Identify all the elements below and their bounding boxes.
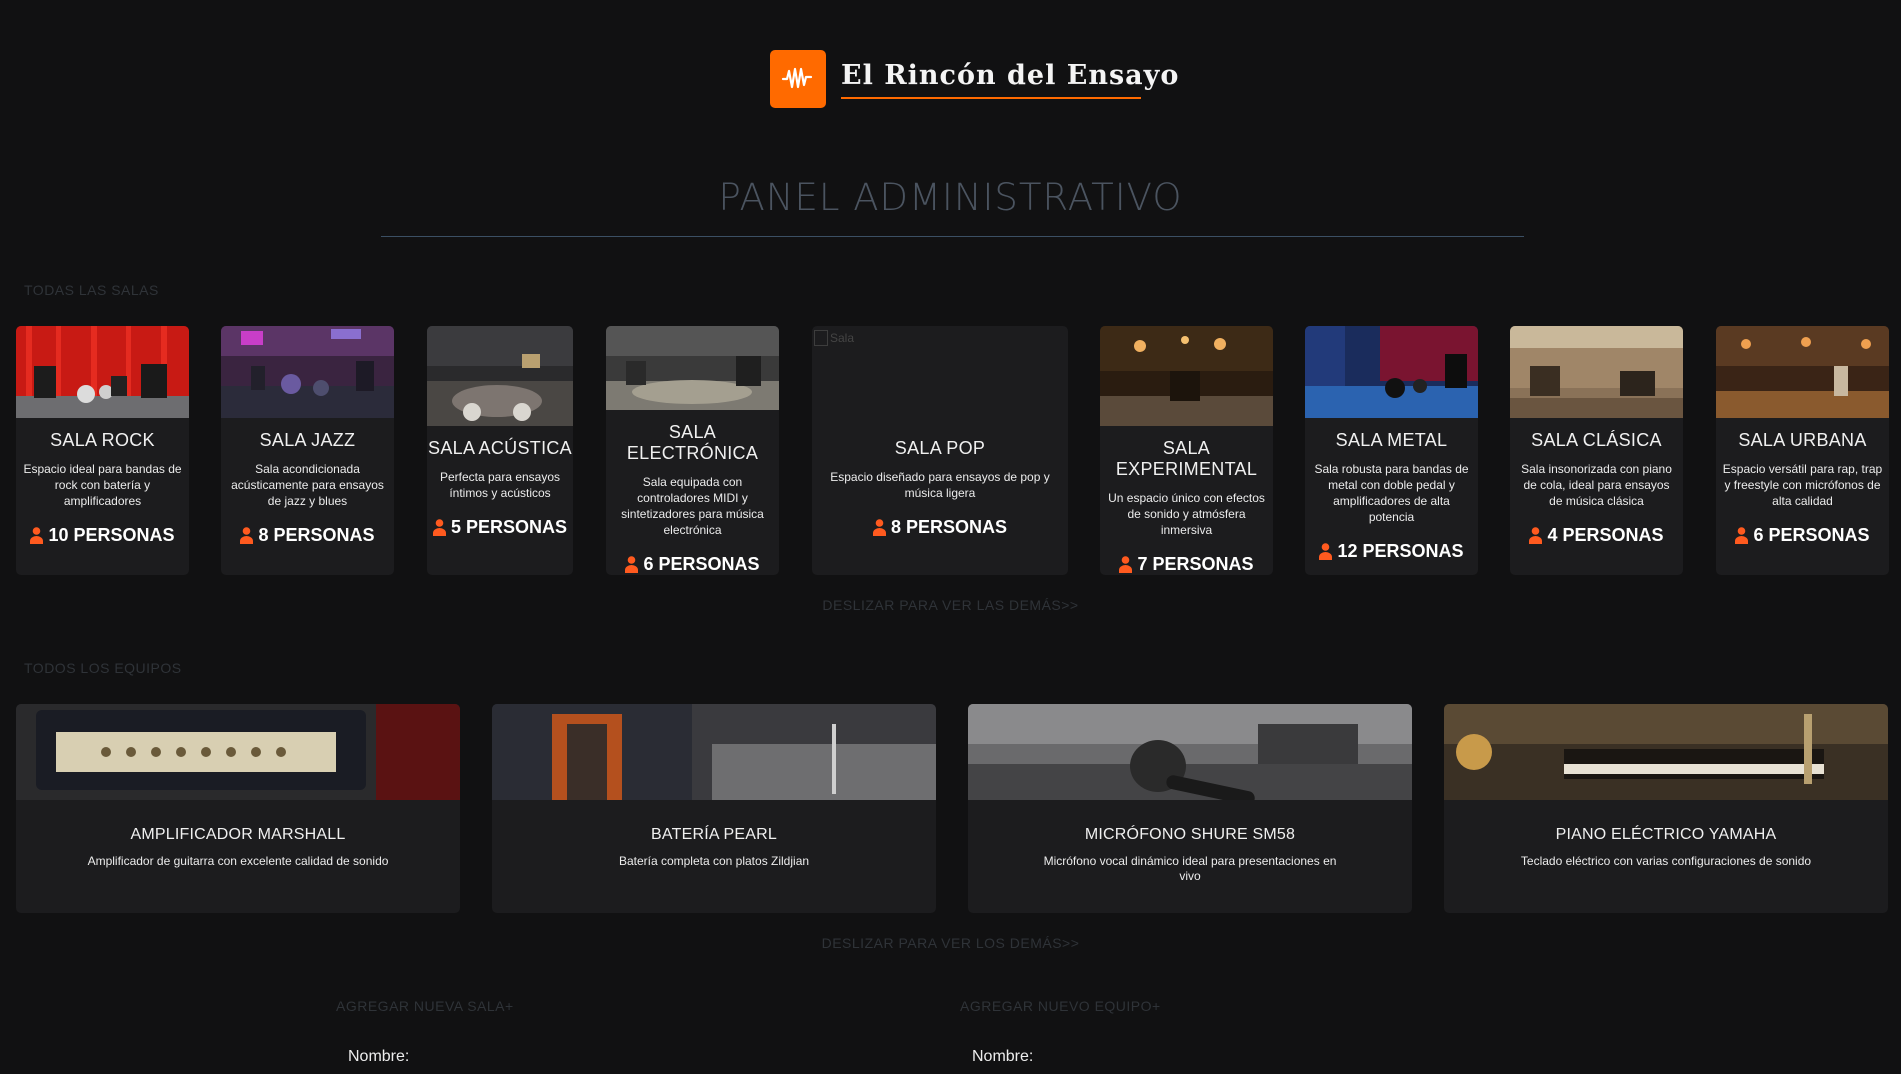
person-icon xyxy=(1319,543,1333,560)
equipment-name: AMPLIFICADOR MARSHALL xyxy=(130,826,346,843)
room-name: SALA ELECTRÓNICA xyxy=(626,422,759,463)
title-divider xyxy=(381,236,1524,237)
equipment-image xyxy=(968,704,1412,800)
room-card[interactable]: Sala SALA POP Espacio diseñado para ensa… xyxy=(812,326,1068,575)
room-description: Sala equipada con controladores MIDI y s… xyxy=(621,475,764,537)
image-alt-text: Sala xyxy=(830,331,855,345)
room-card[interactable]: SALA ELECTRÓNICA Sala equipada con contr… xyxy=(606,326,779,575)
equipment-description: Amplificador de guitarra con excelente c… xyxy=(87,854,389,868)
room-name: SALA JAZZ xyxy=(259,430,356,450)
new-room-name-label: Nombre: xyxy=(348,1048,410,1065)
room-capacity: 8 PERSONAS xyxy=(240,525,375,546)
room-image xyxy=(1716,326,1889,418)
room-name: SALA METAL xyxy=(1335,430,1448,450)
room-image xyxy=(16,326,189,418)
equipment-description: Teclado eléctrico con varias configuraci… xyxy=(1520,854,1812,868)
person-icon xyxy=(1119,556,1133,573)
room-capacity: 12 PERSONAS xyxy=(1319,541,1464,562)
room-description: Perfecta para ensayos íntimos y acústico… xyxy=(439,470,561,500)
room-card[interactable]: SALA CLÁSICA Sala insonorizada con piano… xyxy=(1510,326,1683,575)
person-icon xyxy=(1735,527,1749,544)
person-icon xyxy=(872,519,886,536)
room-card[interactable]: SALA URBANA Espacio versátil para rap, t… xyxy=(1716,326,1889,575)
person-icon xyxy=(30,527,44,544)
room-image xyxy=(427,326,573,426)
capacity-label: 6 PERSONAS xyxy=(1753,525,1870,545)
room-capacity: 6 PERSONAS xyxy=(1735,525,1870,546)
equipment-image xyxy=(492,704,936,800)
equipment-section-label: TODOS LOS EQUIPOS xyxy=(24,660,182,676)
room-capacity: 8 PERSONAS xyxy=(872,517,1008,538)
room-image xyxy=(1305,326,1478,418)
room-description: Sala acondicionada acústicamente para en… xyxy=(231,462,384,508)
capacity-label: 10 PERSONAS xyxy=(48,525,175,545)
room-description: Espacio ideal para bandas de rock con ba… xyxy=(23,462,182,508)
person-icon xyxy=(240,527,254,544)
equipment-card[interactable]: BATERÍA PEARL Batería completa con plato… xyxy=(492,704,936,913)
room-name: SALA ACÚSTICA xyxy=(428,438,572,458)
room-card[interactable]: SALA EXPERIMENTAL Un espacio único con e… xyxy=(1100,326,1273,575)
new-equipment-name-label: Nombre: xyxy=(972,1048,1034,1065)
room-description: Espacio diseñado para ensayos de pop y m… xyxy=(830,470,1050,500)
person-icon xyxy=(1529,527,1543,544)
equipment-card[interactable]: PIANO ELÉCTRICO YAMAHA Teclado eléctrico… xyxy=(1444,704,1888,913)
capacity-label: 8 PERSONAS xyxy=(890,517,1008,537)
room-name: SALA CLÁSICA xyxy=(1531,430,1662,450)
room-name: SALA URBANA xyxy=(1738,430,1867,450)
brand-logo[interactable]: El Rincón del Ensayo xyxy=(770,50,1179,108)
room-image xyxy=(221,326,394,418)
equipment-card[interactable]: MICRÓFONO SHURE SM58 Micrófono vocal din… xyxy=(968,704,1412,913)
person-icon xyxy=(625,556,639,573)
room-capacity: 4 PERSONAS xyxy=(1529,525,1664,546)
equipment-image xyxy=(16,704,460,800)
equipment-description: Micrófono vocal dinámico ideal para pres… xyxy=(1043,854,1337,883)
equipment-card[interactable]: AMPLIFICADOR MARSHALL Amplificador de gu… xyxy=(16,704,460,913)
broken-image-icon: Sala xyxy=(814,330,854,346)
equipment-name: BATERÍA PEARL xyxy=(651,826,777,843)
room-image xyxy=(1100,326,1273,426)
room-card[interactable]: SALA ACÚSTICA Perfecta para ensayos ínti… xyxy=(427,326,573,575)
room-card[interactable]: SALA METAL Sala robusta para bandas de m… xyxy=(1305,326,1478,575)
room-image xyxy=(606,326,779,410)
admin-page: El Rincón del Ensayo PANEL ADMINISTRATIV… xyxy=(0,0,1901,1074)
equipment-description: Batería completa con platos Zildjian xyxy=(618,854,810,868)
room-capacity: 5 PERSONAS xyxy=(432,517,568,538)
room-name: SALA POP xyxy=(894,438,986,458)
room-name: SALA ROCK xyxy=(50,430,155,450)
person-icon xyxy=(432,519,446,536)
room-card[interactable]: SALA JAZZ Sala acondicionada acústicamen… xyxy=(221,326,394,575)
equipment-name: MICRÓFONO SHURE SM58 xyxy=(1084,826,1296,843)
rooms-swipe-hint[interactable]: DESLIZAR PARA VER LAS DEMÁS>> xyxy=(0,597,1901,613)
capacity-label: 7 PERSONAS xyxy=(1137,554,1254,574)
room-capacity: 7 PERSONAS xyxy=(1119,554,1254,575)
page-title: PANEL ADMINISTRATIVO xyxy=(718,176,1183,219)
brand-name: El Rincón del Ensayo xyxy=(841,59,1180,91)
brand-underline xyxy=(841,96,1141,99)
room-description: Sala insonorizada con piano de cola, ide… xyxy=(1521,462,1672,508)
room-description: Espacio versátil para rap, trap y freest… xyxy=(1722,462,1883,508)
room-description: Un espacio único con efectos de sonido y… xyxy=(1108,491,1265,537)
equipment-name: PIANO ELÉCTRICO YAMAHA xyxy=(1555,826,1777,843)
capacity-label: 4 PERSONAS xyxy=(1547,525,1664,545)
rooms-section-label: TODAS LAS SALAS xyxy=(24,282,159,298)
equipment-image xyxy=(1444,704,1888,800)
room-description: Sala robusta para bandas de metal con do… xyxy=(1314,462,1469,524)
room-capacity: 10 PERSONAS xyxy=(30,525,175,546)
room-name: SALA EXPERIMENTAL xyxy=(1115,438,1258,479)
capacity-label: 5 PERSONAS xyxy=(450,517,568,537)
room-card[interactable]: SALA ROCK Espacio ideal para bandas de r… xyxy=(16,326,189,575)
new-equipment-form-heading[interactable]: AGREGAR NUEVO EQUIPO+ xyxy=(960,998,1161,1014)
soundwave-icon xyxy=(770,50,826,108)
room-capacity: 6 PERSONAS xyxy=(625,554,760,575)
equipment-swipe-hint[interactable]: DESLIZAR PARA VER LOS DEMÁS>> xyxy=(0,935,1901,951)
new-room-form-heading[interactable]: AGREGAR NUEVA SALA+ xyxy=(336,998,514,1014)
room-image xyxy=(1510,326,1683,418)
capacity-label: 6 PERSONAS xyxy=(643,554,760,574)
capacity-label: 12 PERSONAS xyxy=(1337,541,1464,561)
capacity-label: 8 PERSONAS xyxy=(258,525,375,545)
